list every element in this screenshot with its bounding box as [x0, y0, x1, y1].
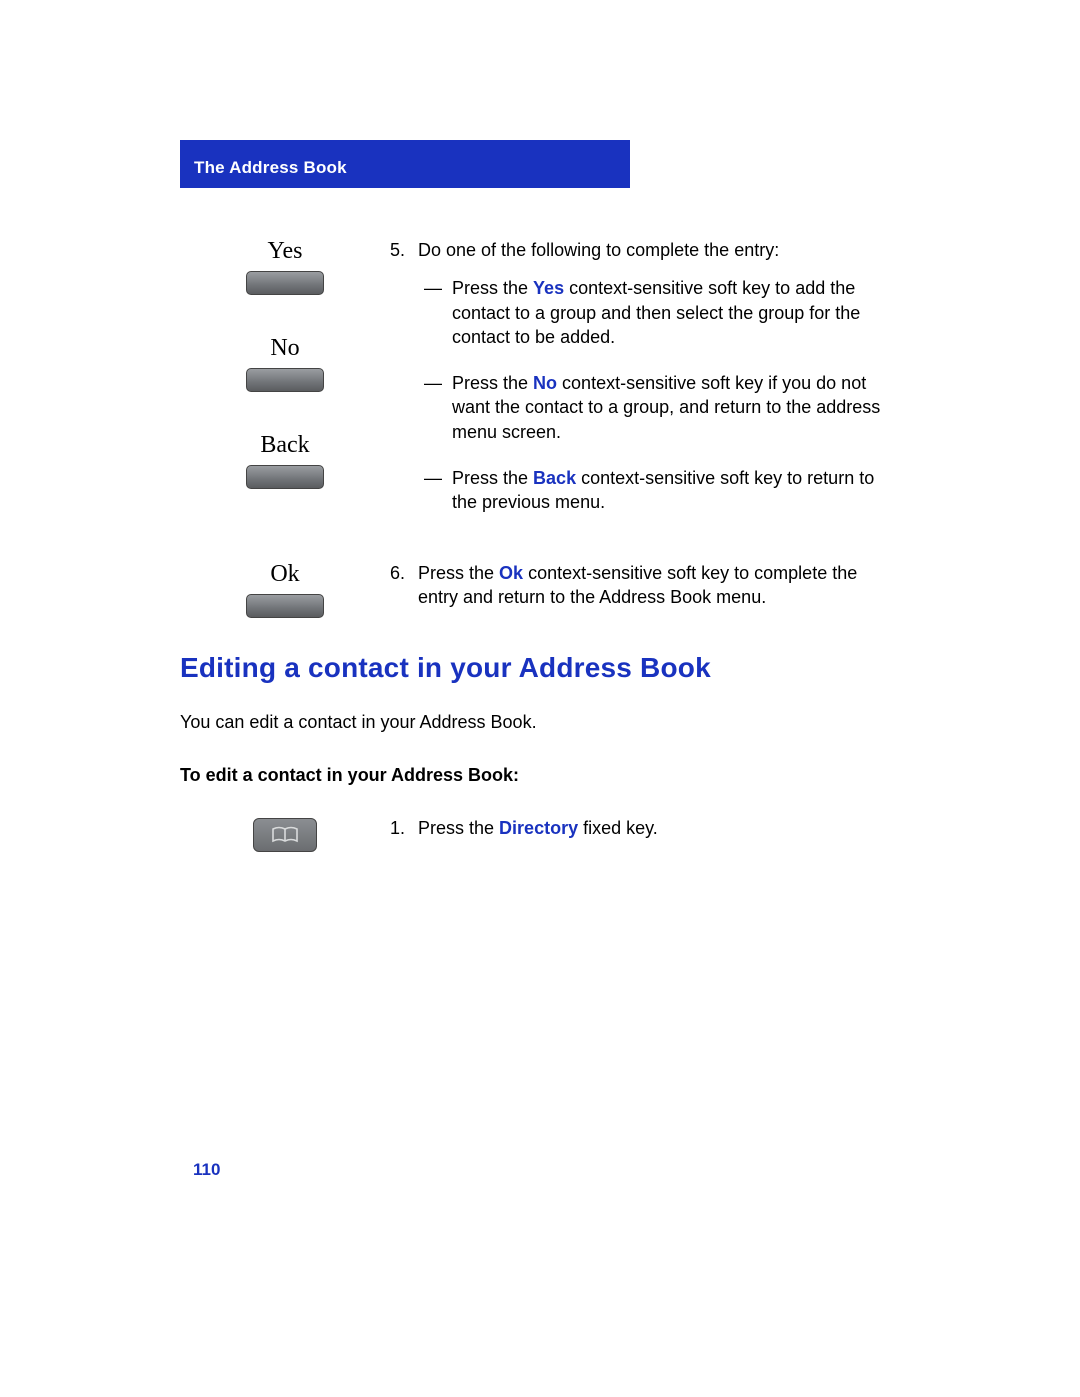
step-5-lead: Do one of the following to complete the … [418, 240, 779, 260]
yes-bold: Yes [533, 278, 564, 298]
text-fragment: Press the [452, 373, 533, 393]
dash-icon: — [418, 276, 452, 300]
fixedkey-column [180, 816, 390, 852]
text-fragment: Press the [418, 818, 499, 838]
softkey-column: Yes No Back [180, 238, 390, 529]
no-key-label: No [180, 335, 390, 362]
no-bold: No [533, 373, 557, 393]
no-key-block: No [180, 335, 390, 392]
text-fragment: Press the [452, 468, 533, 488]
directory-fixedkey-icon [253, 818, 317, 852]
softkey-column: Ok [180, 561, 390, 618]
yes-key-block: Yes [180, 238, 390, 295]
section-intro: You can edit a contact in your Address B… [180, 712, 900, 733]
dash-icon: — [418, 371, 452, 395]
section-subhead: To edit a contact in your Address Book: [180, 765, 900, 786]
yes-softkey-icon [246, 271, 324, 295]
ok-key-label: Ok [180, 561, 390, 588]
book-icon [271, 826, 299, 844]
dash-icon: — [418, 466, 452, 490]
step-5-number: 5. [390, 238, 418, 262]
step-5-row: Yes No Back 5. Do one of the following t… [180, 238, 900, 529]
main-content: Yes No Back 5. Do one of the following t… [180, 238, 900, 852]
back-key-block: Back [180, 432, 390, 489]
yes-instruction: — Press the Yes context-sensitive soft k… [418, 276, 900, 349]
back-key-label: Back [180, 432, 390, 459]
header-title: The Address Book [194, 158, 347, 177]
step-1-number: 1. [390, 816, 418, 840]
step-5-text: 5. Do one of the following to complete t… [390, 238, 900, 515]
back-softkey-icon [246, 465, 324, 489]
header-bar: The Address Book [180, 140, 630, 188]
page-number: 110 [193, 1160, 220, 1180]
section-heading: Editing a contact in your Address Book [180, 652, 900, 684]
back-instruction: — Press the Back context-sensitive soft … [418, 466, 900, 515]
text-fragment: Press the [452, 278, 533, 298]
text-fragment: Press the [418, 563, 499, 583]
no-instruction: — Press the No context-sensitive soft ke… [418, 371, 900, 444]
text-fragment: fixed key. [578, 818, 658, 838]
directory-bold: Directory [499, 818, 578, 838]
page-content: The Address Book Yes No Back [180, 140, 900, 884]
step-6-number: 6. [390, 561, 418, 585]
step-1-row: 1. Press the Directory fixed key. [180, 816, 900, 852]
step-1-text: 1. Press the Directory fixed key. [390, 816, 900, 840]
ok-key-block: Ok [180, 561, 390, 618]
step-6-text: 6. Press the Ok context-sensitive soft k… [390, 561, 900, 610]
back-bold: Back [533, 468, 576, 488]
ok-bold: Ok [499, 563, 523, 583]
yes-key-label: Yes [180, 238, 390, 265]
step-6-row: Ok 6. Press the Ok context-sensitive sof… [180, 561, 900, 618]
ok-softkey-icon [246, 594, 324, 618]
no-softkey-icon [246, 368, 324, 392]
